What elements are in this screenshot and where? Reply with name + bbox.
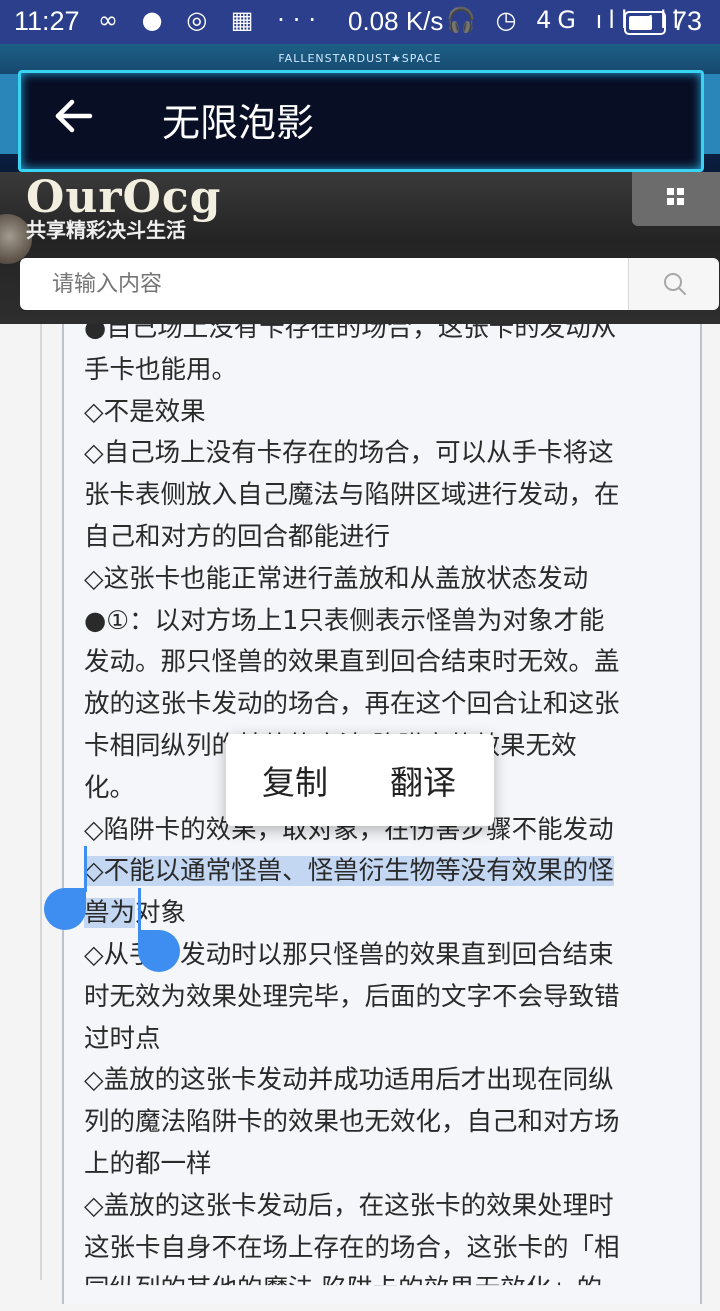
search-icon: [664, 273, 686, 295]
menu-button[interactable]: [632, 172, 720, 226]
article-line-selected: ◇不能以通常怪兽、怪兽衍生物等没有效果的怪: [84, 851, 684, 893]
selected-text: ◇不能以通常怪兽、怪兽衍生物等没有效果的怪: [84, 856, 614, 887]
article-line: ◇这张卡也能正常进行盖放和从盖放状态发动: [84, 563, 589, 594]
article-line: 张卡表侧放入自己魔法与陷阱区域进行发动，在: [84, 480, 620, 511]
toolbar-frame: [18, 70, 704, 172]
article-line: 同纵列的其他的魔法·陷阱卡的效果无效化」的: [84, 1274, 603, 1305]
article-line: 自己和对方的回合都能进行: [84, 521, 391, 552]
selection-start-handle[interactable]: [44, 888, 86, 930]
translate-menu-item[interactable]: 翻译: [390, 756, 456, 804]
network-speed: 0.08 K/s: [348, 6, 444, 36]
toolbar-decoration-left: [0, 74, 18, 154]
article-line-selected: 兽为对象: [84, 893, 684, 935]
page-title: 无限泡影: [162, 101, 315, 145]
app-toolbar: FALLENSTARDUST★SPACE 无限泡影: [0, 44, 720, 172]
article-line: ◇自己场上没有卡存在的场合，可以从手卡将这: [84, 438, 614, 469]
article-line: 过时点: [84, 1023, 161, 1054]
site-tagline: 共享精彩决斗生活: [26, 218, 186, 242]
selection-end-handle[interactable]: [138, 930, 180, 972]
battery-level: [629, 16, 652, 30]
article-line: ◇盖放的这张卡发动后，在这张卡的效果处理时: [84, 1190, 614, 1221]
site-header: OurOcg 共享精彩决斗生活: [0, 172, 720, 324]
grid-menu-icon: [667, 188, 685, 206]
toolbar-decoration-right: [702, 74, 720, 154]
article-line: 这张卡自身不在场上存在的场合，这张卡的「相: [84, 1232, 620, 1263]
article-line: 列的魔法陷阱卡的效果也无效化，自己和对方场: [84, 1107, 620, 1138]
search-button[interactable]: [628, 258, 719, 310]
article-line: 手卡也能用。: [84, 354, 238, 385]
text-selection-menu: 复制 翻译: [226, 734, 494, 826]
battery-icon: [624, 11, 666, 35]
article-line: ●①：以对方场上1只表侧表示怪兽为对象才能: [84, 605, 605, 636]
battery-percent: 73: [672, 6, 703, 36]
selection-start-caret: [84, 846, 87, 892]
article-line: 放的这张卡发动的场合，再在这个回合让和这张: [84, 689, 620, 720]
article-line: 上的都一样: [84, 1148, 212, 1179]
article-text: 对象: [135, 898, 187, 929]
banner-tag: FALLENSTARDUST★SPACE: [278, 52, 442, 65]
back-arrow-icon[interactable]: [52, 94, 98, 138]
status-time: 11:27: [14, 6, 80, 36]
search-bar: [20, 258, 719, 310]
article-line: ◇不是效果: [84, 396, 206, 427]
selected-text: 兽为: [84, 898, 136, 929]
selection-end-caret: [138, 888, 141, 934]
article-line: ◇盖放的这张卡发动并成功适用后才出现在同纵: [84, 1065, 614, 1096]
notification-icons: ∞ ● ◎ ▦ ···: [98, 6, 324, 34]
article-line: ●自己场上没有卡存在的场合，这张卡的发动从: [84, 313, 617, 343]
article-line: 时无效为效果处理完毕，后面的文字不会导致错: [84, 981, 620, 1012]
copy-menu-item[interactable]: 复制: [262, 756, 328, 804]
status-bar: 11:27 ∞ ● ◎ ▦ ··· 0.08 K/s 🎧 ◷ 4G ıll ıl…: [0, 0, 720, 44]
page-rail: [40, 324, 42, 1280]
article-line: 发动。那只怪兽的效果直到回合结束时无效。盖: [84, 647, 620, 678]
search-input[interactable]: [20, 258, 626, 310]
